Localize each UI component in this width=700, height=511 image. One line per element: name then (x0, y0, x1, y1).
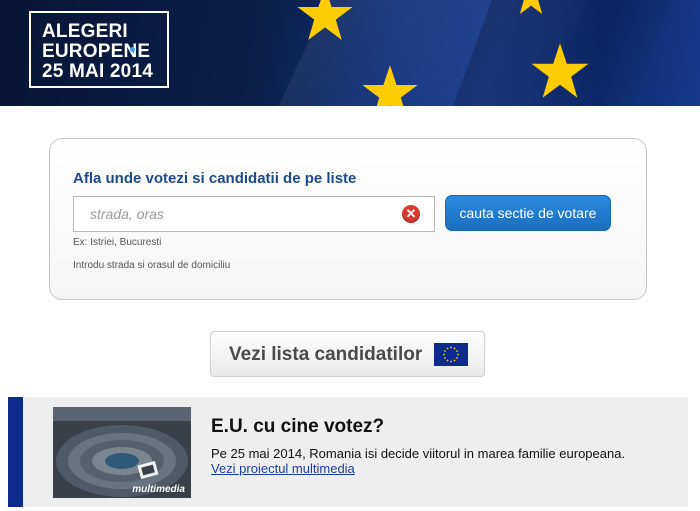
flag-star (444, 357, 446, 359)
search-hint-instruction: Introdu strada si orasul de domiciliu (73, 260, 231, 271)
feature-text: Pe 25 mai 2014, Romania isi decide viito… (211, 446, 631, 476)
flag-star (446, 359, 449, 362)
search-panel-title: Afla unde votezi si candidatii de pe lis… (73, 170, 357, 187)
multimedia-project-link[interactable]: Vezi proiectul multimedia (211, 461, 355, 476)
search-field-wrapper: ✕ (73, 196, 435, 232)
flag-star (453, 359, 456, 362)
header-banner: ALEGERI EUROPENE 25 MAI 2014 (0, 0, 700, 106)
address-search-input[interactable] (74, 197, 394, 231)
flag-star (444, 350, 446, 352)
flag-star (450, 346, 452, 349)
logo-line-1: ALEGERI (42, 21, 128, 42)
clear-x-icon[interactable]: ✕ (402, 205, 420, 223)
eu-flag-icon (434, 343, 468, 366)
flag-star (450, 360, 452, 363)
flag-star (453, 347, 456, 350)
search-panel: Afla unde votezi si candidatii de pe lis… (49, 138, 647, 300)
feature-description: Pe 25 mai 2014, Romania isi decide viito… (211, 446, 626, 461)
eu-star-icon (362, 65, 418, 106)
feature-accent-bar (8, 397, 23, 507)
search-polling-station-button[interactable]: cauta sectie de votare (445, 195, 611, 231)
logo-dot (130, 47, 135, 52)
flag-star (456, 350, 458, 352)
flag-star (446, 347, 449, 350)
flag-star (456, 357, 458, 359)
candidates-list-label: Vezi lista candidatilor (229, 344, 423, 365)
feature-strip: multimedia E.U. cu cine votez? Pe 25 mai… (8, 397, 688, 507)
eu-star-icon (519, 0, 543, 14)
candidates-list-button[interactable]: Vezi lista candidatilor (210, 331, 485, 377)
flag-star (457, 353, 459, 356)
eu-star-icon (531, 43, 589, 98)
elections-logo: ALEGERI EUROPENE 25 MAI 2014 (29, 11, 169, 88)
search-hint-example: Ex: Istriei, Bucuresti (73, 237, 162, 248)
logo-line-2: EUROPENE (42, 41, 151, 62)
feature-title: E.U. cu cine votez? (211, 416, 385, 437)
multimedia-thumbnail[interactable]: multimedia (53, 407, 191, 498)
flag-star (443, 353, 445, 356)
eu-star-icon (297, 0, 353, 40)
logo-line-3: 25 MAI 2014 (42, 61, 153, 82)
multimedia-label: multimedia (132, 484, 185, 495)
